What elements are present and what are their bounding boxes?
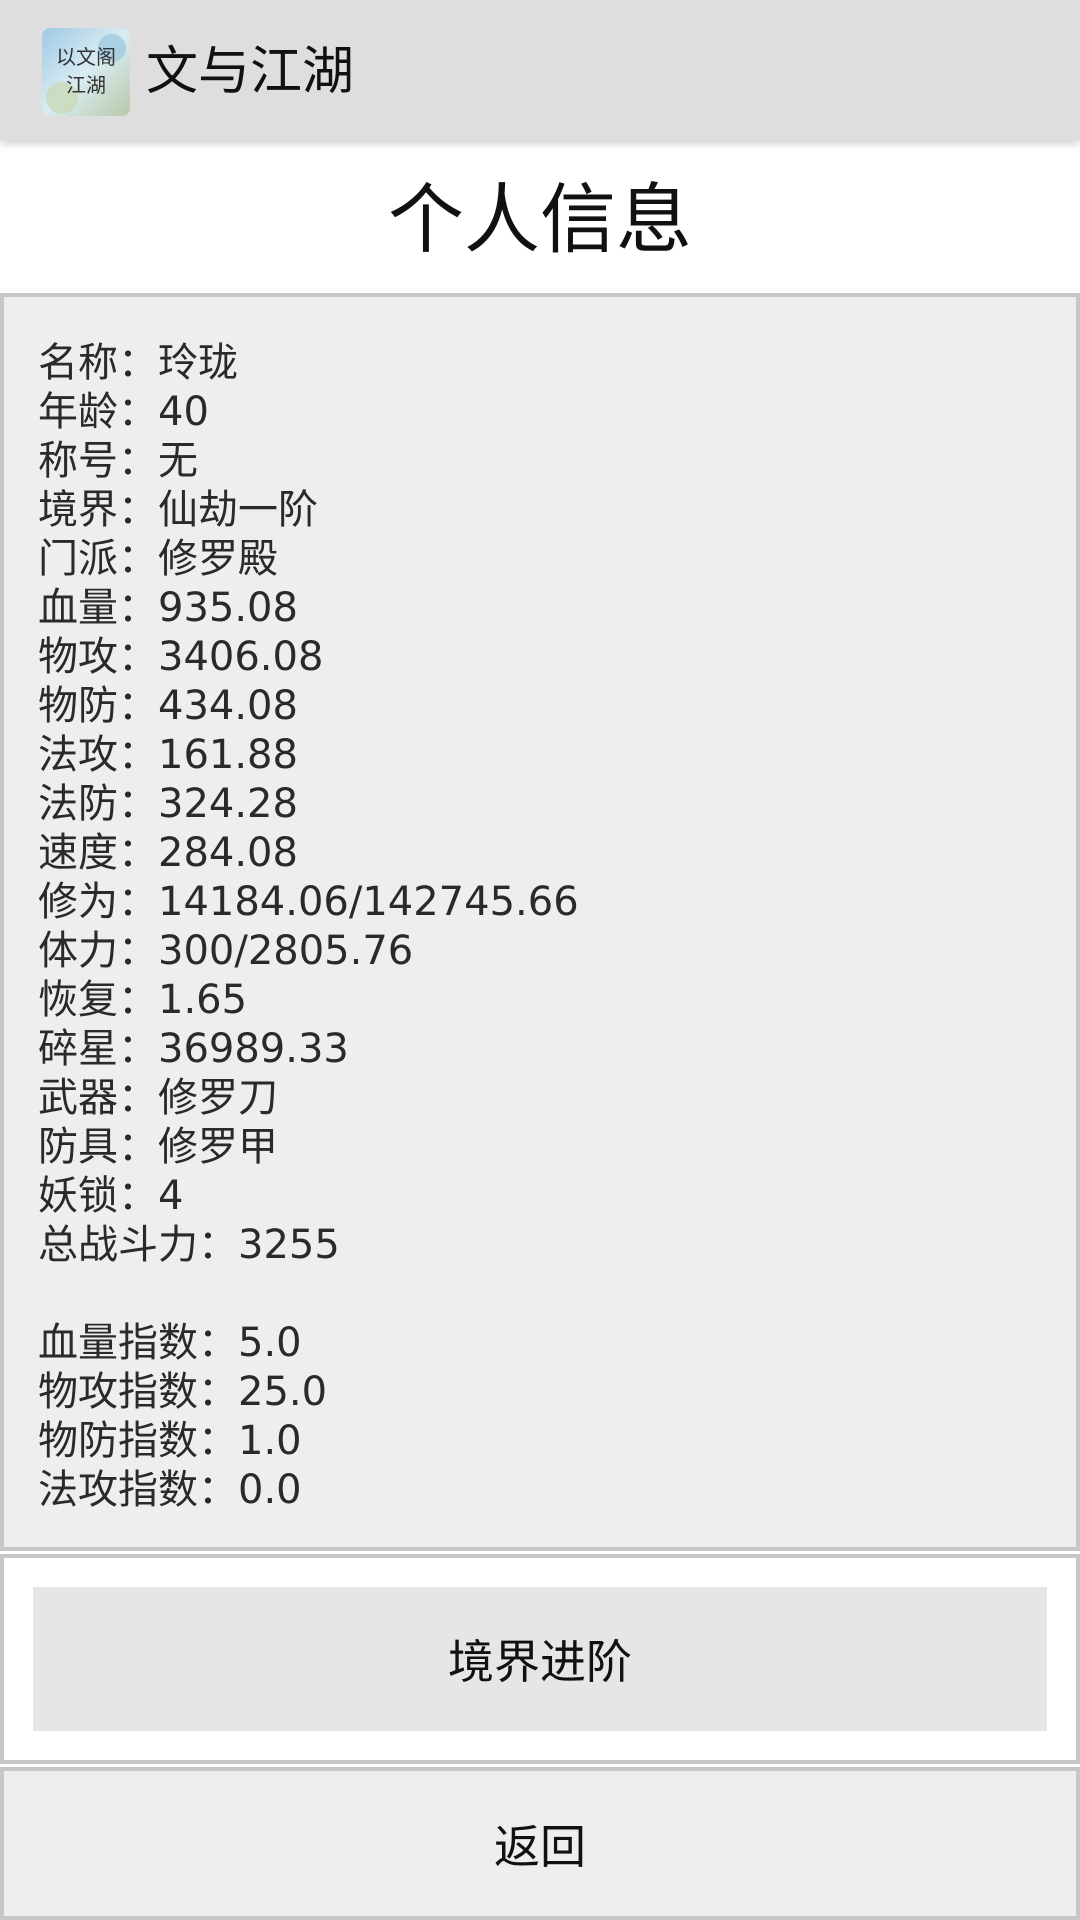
info-line-age: 年龄：40 (38, 389, 209, 435)
info-line-phys-defense: 物防：434.08 (38, 683, 298, 729)
info-line-magic-defense: 法防：324.28 (38, 781, 298, 827)
info-panel[interactable]: 名称：玲珑 年龄：40 称号：无 境界：仙劫一阶 门派：修罗殿 血量：935.0… (0, 293, 1080, 1551)
info-line-speed: 速度：284.08 (38, 830, 298, 876)
realm-advance-button[interactable]: 境界进阶 (33, 1587, 1047, 1731)
info-line-hp: 血量：935.08 (38, 585, 298, 631)
index-line-hp: 血量指数：5.0 (38, 1320, 302, 1366)
info-line-name: 名称：玲珑 (38, 340, 238, 386)
index-line-magic-attack: 法攻指数：0.0 (38, 1467, 302, 1513)
info-line-shards: 碎星：36989.33 (38, 1026, 349, 1072)
info-line-stamina: 体力：300/2805.76 (38, 928, 414, 974)
info-line-realm: 境界：仙劫一阶 (38, 487, 318, 533)
info-list: 名称：玲珑 年龄：40 称号：无 境界：仙劫一阶 门派：修罗殿 血量：935.0… (38, 339, 579, 1515)
page-title: 个人信息 (388, 175, 692, 264)
info-line-demon-lock: 妖锁：4 (38, 1173, 184, 1219)
info-line-total-power: 总战斗力：3255 (38, 1222, 340, 1268)
app-logo-icon: 以文阁 江湖 (42, 28, 130, 116)
advance-section: 境界进阶 (0, 1554, 1080, 1764)
back-button[interactable]: 返回 (0, 1767, 1080, 1920)
app-title: 文与江湖 (146, 42, 355, 102)
info-line-cultivation: 修为：14184.06/142745.66 (38, 879, 579, 925)
info-line-armor: 防具：修罗甲 (38, 1124, 278, 1170)
svg-text:以文阁: 以文阁 (56, 45, 116, 69)
info-line-phys-attack: 物攻：3406.08 (38, 634, 324, 680)
svg-text:江湖: 江湖 (66, 73, 106, 97)
info-line-magic-attack: 法攻：161.88 (38, 732, 298, 778)
info-line-title: 称号：无 (38, 438, 198, 484)
app-bar: 以文阁 江湖 文与江湖 (0, 0, 1080, 140)
index-line-phys-attack: 物攻指数：25.0 (38, 1369, 328, 1415)
index-line-phys-defense: 物防指数：1.0 (38, 1418, 302, 1464)
info-line-sect: 门派：修罗殿 (38, 536, 278, 582)
info-spacer (38, 1270, 579, 1319)
info-line-weapon: 武器：修罗刀 (38, 1075, 278, 1121)
info-line-recovery: 恢复：1.65 (38, 977, 248, 1023)
